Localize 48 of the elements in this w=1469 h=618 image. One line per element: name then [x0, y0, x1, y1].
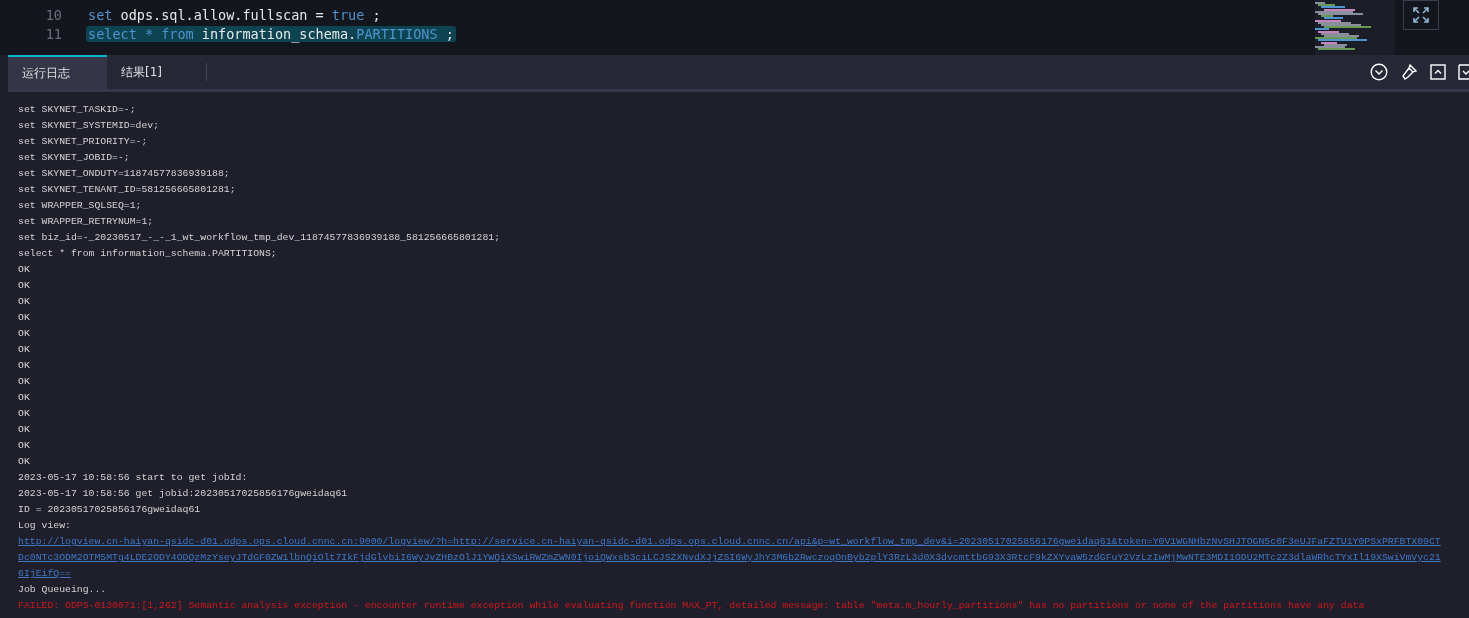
log-line: OK	[18, 263, 31, 277]
log-line: 2023-05-17 10:58:56 get jobid:20230517025856176gweidaq61	[18, 487, 349, 501]
log-line: 2023-05-17 10:58:56 start to get jobId:	[18, 471, 249, 485]
log-line: set biz_id=-_20230517_-_-_1_wt_workflow_tmp_dev_11874577836939188_581256665801281;	[18, 231, 502, 245]
log-line: OK	[18, 375, 31, 389]
expand-button[interactable]	[1403, 0, 1439, 30]
collapse-button[interactable]	[1370, 63, 1388, 81]
line-number: 11	[44, 25, 63, 42]
log-line: OK	[18, 311, 31, 325]
code-line: set odps.sql.allow.fullscan = true ;	[87, 6, 382, 23]
expand-icon	[1413, 7, 1429, 23]
chevron-down-icon	[1370, 63, 1388, 81]
line-number: 10	[44, 6, 63, 23]
log-line: select * from information_schema.PARTITIONS;	[18, 247, 278, 261]
log-line: set WRAPPER_RETRYNUM=1;	[18, 215, 155, 229]
logview-link[interactable]: 6IjEifQ==	[18, 566, 71, 582]
log-line: OK	[18, 359, 31, 373]
caret-down-icon	[1458, 64, 1469, 80]
log-line: set SKYNET_ONDUTY=11874577836939188;	[18, 167, 231, 181]
log-line: OK	[18, 423, 31, 437]
tab[interactable]: 结果[1]	[107, 55, 206, 89]
logview-link[interactable]: Dc0NTc3ODM2OTM5MTg4LDE2ODY4ODQzMzYseyJTdGF0ZW1lbnQiOlt7IkFjdGlvbiI6WyJvZHBzOlJ1YWQiXSwiRWZmZWN0IjoiQWxsb3ciLCJSZXNvdXJjZSI6WyJhY3M6b2RwczoqOnByb2plY3RzL3d0X3dvcmttbG93X3RtcF9kZXYvaW5zdGFuY2VzLzIwMjMwNTE3MDI1ODU2MTc2Z3dlaWRhcTYxIl19XSwiVmVyc21	[18, 550, 1441, 566]
logview-link[interactable]: http://logview.cn-haiyan-qsidc-d01.odps.ops.cloud.cnnc.cn:9000/logview/?h=http://service.cn-haiyan-qsidc-d01.odps.ops.cloud.cnnc.cn/api&p=wt_workflow_tmp_dev&i=20230517025856176gweidaq61&token=Y0V1WGNHbzNvSHJTOGN5c0F3eUJFaFZTU1Y0PSxPRFBTX09CT	[18, 534, 1441, 550]
log-line: OK	[18, 279, 31, 293]
log-line: OK	[18, 455, 31, 469]
log-line: set SKYNET_SYSTEMID=dev;	[18, 119, 161, 133]
log-line: OK	[18, 407, 31, 421]
clear-button[interactable]	[1400, 63, 1418, 81]
log-line: set SKYNET_JOBID=-;	[18, 151, 131, 165]
minimap[interactable]	[1315, 0, 1395, 55]
log-line: ID = 20230517025856176gweidaq61	[18, 503, 202, 517]
tab[interactable]: 运行日志	[8, 55, 107, 89]
log-line: set SKYNET_PRIORITY=-;	[18, 135, 149, 149]
maximize-button[interactable]	[1430, 64, 1446, 80]
caret-up-icon	[1430, 64, 1446, 80]
minimize-button[interactable]	[1458, 64, 1469, 80]
log-line: set SKYNET_TASKID=-;	[18, 103, 137, 117]
broom-icon	[1400, 63, 1418, 81]
log-line: Job Queueing...	[18, 583, 108, 597]
log-line: OK	[18, 439, 31, 453]
log-line: OK	[18, 391, 31, 405]
log-line: OK	[18, 295, 31, 309]
log-line: set SKYNET_TENANT_ID=581256665801281;	[18, 183, 237, 197]
log-line: Log view:	[18, 519, 72, 533]
error-message: FAILED: ODPS-0130071:[1,262] Semantic analysis exception - encounter runtime exception while evaluating function MAX_PT, detailed message: table "meta.m_hourly_partitions" has no partitions or none of the partitions have any data	[18, 599, 1366, 613]
log-line: set WRAPPER_SQLSEQ=1;	[18, 199, 143, 213]
log-line: OK	[18, 327, 31, 341]
log-line: OK	[18, 343, 31, 357]
